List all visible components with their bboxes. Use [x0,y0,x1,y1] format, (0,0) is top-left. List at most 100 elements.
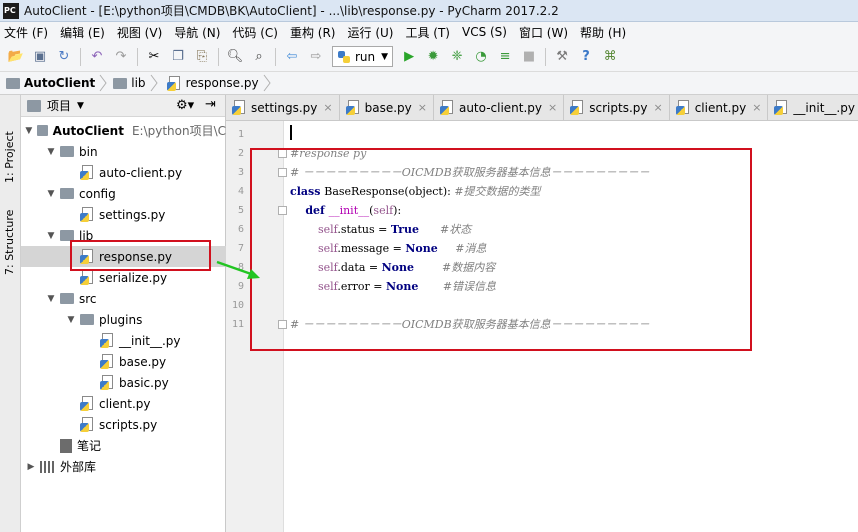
tree-item-label: serialize.py [99,270,168,285]
breadcrumb-lib[interactable]: lib [113,76,146,90]
copy-icon[interactable]: ❐ [169,48,187,66]
chevron-down-icon[interactable]: ▼ [45,189,57,199]
close-tab-icon[interactable]: × [323,101,332,114]
menu-item[interactable]: VCS (S) [462,25,507,39]
forward-icon[interactable]: ⇨ [307,48,325,66]
project-root-path: E:\python项目\C [131,124,227,138]
chevron-down-icon[interactable]: ▼ [65,315,77,325]
close-tab-icon[interactable]: × [548,101,557,114]
sync-icon[interactable]: ↻ [55,48,73,66]
tree-item-label: bin [79,144,98,159]
tree-item[interactable]: auto-client.py [21,162,226,183]
chevron-down-icon[interactable]: ▼ [24,126,33,136]
close-tab-icon[interactable]: × [752,101,761,114]
python-file-icon [345,100,360,115]
run-configuration-select[interactable]: run ▼ [332,46,394,67]
hide-panel-icon[interactable]: ⇥ [205,97,216,112]
back-icon[interactable]: ⇦ [283,48,301,66]
tree-item[interactable]: settings.py [21,204,226,225]
tree-item[interactable]: client.py [21,393,226,414]
menu-item[interactable]: 重构 (R) [290,24,336,41]
close-tab-icon[interactable]: × [653,101,662,114]
editor-tab[interactable]: __init__.py× [768,95,858,120]
menu-item[interactable]: 工具 (T) [405,24,450,41]
toolbar-separator [218,47,219,66]
menu-item[interactable]: 窗口 (W) [519,24,568,41]
coverage-icon[interactable]: ❈ [448,48,466,66]
menu-item[interactable]: 文件 (F) [4,24,48,41]
tree-item[interactable]: ▼ src [21,288,226,309]
tab-structure[interactable]: 7: Structure [3,190,16,275]
editor-tab-label: scripts.py [589,100,648,115]
line-number: 7 [237,243,244,254]
editor-tab-label: client.py [694,100,747,115]
undo-icon[interactable]: ↶ [88,48,106,66]
help-icon[interactable]: ? [577,48,595,66]
tree-item-label: 笔记 [77,439,102,453]
breadcrumb-label: AutoClient [24,76,96,90]
replace-icon[interactable]: ⌕ [250,48,268,66]
menu-item[interactable]: 视图 (V) [117,24,162,41]
menu-item[interactable]: 代码 (C) [232,24,278,41]
save-icon[interactable]: ▣ [31,48,49,66]
tree-item-label: config [79,186,116,201]
menu-item[interactable]: 运行 (U) [348,24,394,41]
concurrency-icon[interactable]: ≡ [496,48,514,66]
chevron-right-icon[interactable]: ▶ [25,462,37,472]
run-config-label: run [355,49,376,64]
tree-item[interactable]: __init__.py [21,330,226,351]
menu-item[interactable]: 编辑 (E) [60,24,105,41]
settings-wrench-icon[interactable]: ⚒ [553,48,571,66]
editor-tab[interactable]: base.py × [339,95,434,120]
plugin-icon[interactable]: ⌘ [601,48,619,66]
profile-icon[interactable]: ◔ [472,48,490,66]
chevron-down-icon[interactable]: ▼ [45,231,57,241]
chevron-down-icon[interactable]: ▼ [77,101,84,111]
paste-icon[interactable]: ⎘ [193,48,211,66]
tree-item[interactable]: base.py [21,351,226,372]
find-icon[interactable]: 🔍︎ [226,48,244,66]
tree-item-label: auto-client.py [99,165,183,180]
breadcrumb-file[interactable]: response.py [164,75,259,91]
tab-project[interactable]: 1: Project [3,103,16,183]
green-arrow-icon [216,260,260,279]
breadcrumb-project[interactable]: AutoClient [6,76,95,90]
cut-icon[interactable]: ✂ [145,48,163,66]
tree-item[interactable]: basic.py [21,372,226,393]
chevron-down-icon[interactable]: ▼ [45,147,57,157]
library-icon [40,460,56,473]
tree-item[interactable]: scripts.py [21,414,226,435]
python-file-icon [100,375,114,390]
editor-tab[interactable]: scripts.py × [564,95,670,120]
tree-item[interactable]: ▶ 外部库 [21,456,226,477]
tree-item[interactable]: ▼ config [21,183,226,204]
editor-tab[interactable]: auto-client.py × [433,95,565,120]
open-folder-icon[interactable]: 📂 [7,48,25,66]
tree-item[interactable]: ▼ plugins [21,309,226,330]
tree-item[interactable]: ▼ bin [21,141,226,162]
folder-icon [113,77,128,89]
menu-item[interactable]: 帮助 (H) [580,24,626,41]
project-panel-header: 项目 ▼ ⚙▾ ⇥ [21,95,225,117]
tree-item[interactable]: 笔记 [21,435,226,456]
tree-item-label: basic.py [119,375,169,390]
project-view-select[interactable]: 项目 [47,97,71,114]
close-tab-icon[interactable]: × [418,101,427,114]
editor-tab[interactable]: client.py × [669,95,769,120]
menu-item[interactable]: 导航 (N) [174,24,220,41]
stop-icon[interactable]: ■ [520,48,538,66]
line-number: 9 [237,281,244,292]
redo-icon[interactable]: ↷ [112,48,130,66]
title-bar: PC AutoClient - [E:\python项目\CMDB\BK\Aut… [0,0,858,22]
debug-icon[interactable]: ✹ [424,48,442,66]
chevron-down-icon[interactable]: ▼ [45,294,57,304]
text-caret [290,125,292,140]
breadcrumb-separator-icon [99,74,107,92]
editor-tab[interactable]: settings.py × [226,95,340,120]
run-icon[interactable]: ▶ [400,48,418,66]
python-file-icon [570,100,584,115]
python-file-icon [675,100,690,115]
python-file-icon [80,165,94,180]
gear-icon[interactable]: ⚙▾ [176,98,194,113]
tree-item[interactable]: ▼ AutoClient E:\python项目\C [21,120,226,141]
